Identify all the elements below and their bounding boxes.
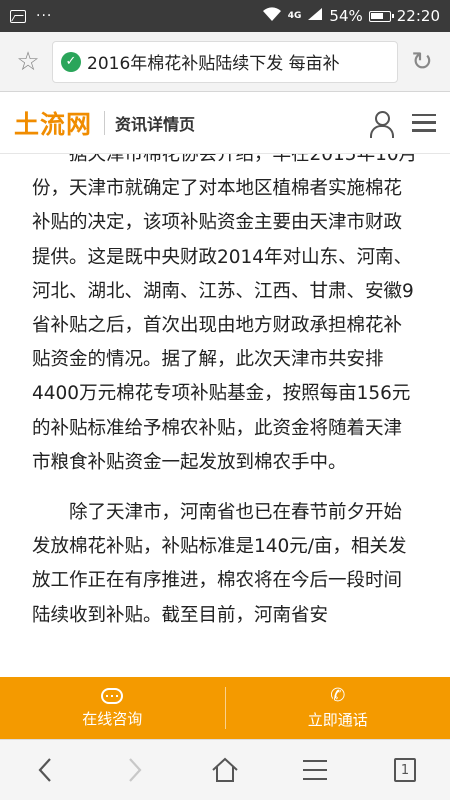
site-header: 土流网 资讯详情页 bbox=[0, 92, 450, 154]
more-notifications-icon: ··· bbox=[36, 8, 53, 24]
browser-bottom-nav: 1 bbox=[0, 739, 450, 800]
network-type-label: 4G bbox=[287, 11, 302, 21]
page-title: 资讯详情页 bbox=[115, 114, 196, 134]
battery-icon bbox=[368, 10, 394, 22]
battery-percent: 54% bbox=[329, 7, 363, 25]
online-consult-label: 在线咨询 bbox=[82, 709, 143, 728]
wifi-icon bbox=[262, 6, 282, 26]
call-now-label: 立即通话 bbox=[307, 710, 368, 729]
url-title-text: 2016年棉花补贴陆续下发 每亩补 bbox=[87, 54, 340, 74]
home-button[interactable] bbox=[203, 748, 247, 792]
article-paragraph: 除了天津市，河南省也已在春节前夕开始发放棉花补贴，补贴标准是140元/亩，相关发… bbox=[32, 502, 407, 626]
back-chevron-icon bbox=[38, 758, 51, 782]
online-consult-button[interactable]: 在线咨询 bbox=[0, 677, 225, 739]
url-field[interactable]: ✓ 2016年棉花补贴陆续下发 每亩补 bbox=[52, 40, 398, 83]
hamburger-icon bbox=[303, 760, 327, 780]
clock: 22:20 bbox=[396, 7, 440, 25]
user-icon[interactable] bbox=[368, 110, 394, 138]
forward-button[interactable] bbox=[113, 748, 157, 792]
back-button[interactable] bbox=[23, 748, 67, 792]
tabs-button[interactable]: 1 bbox=[383, 748, 427, 792]
chat-bubble-icon bbox=[101, 687, 124, 704]
call-now-button[interactable]: ✆ 立即通话 bbox=[226, 677, 450, 739]
secure-shield-icon: ✓ bbox=[61, 51, 81, 72]
tab-count: 1 bbox=[394, 758, 416, 782]
status-bar: ··· 4G 54% 22:20 bbox=[0, 0, 450, 32]
forward-chevron-icon bbox=[129, 758, 142, 782]
article-paragraph: 据天津市棉花协会介绍，早在2015年10月份，天津市就确定了对本地区植棉者实施棉… bbox=[32, 154, 418, 473]
image-notification-icon bbox=[10, 9, 26, 23]
home-icon bbox=[212, 757, 238, 782]
refresh-icon[interactable]: ↻ bbox=[404, 44, 440, 80]
site-logo[interactable]: 土流网 bbox=[14, 105, 92, 141]
contact-action-bar: 在线咨询 ✆ 立即通话 bbox=[0, 677, 450, 739]
article-body: 据天津市棉花协会介绍，早在2015年10月份，天津市就确定了对本地区植棉者实施棉… bbox=[0, 154, 450, 677]
browser-address-bar: ☆ ✓ 2016年棉花补贴陆续下发 每亩补 ↻ bbox=[0, 32, 450, 92]
menu-icon[interactable] bbox=[412, 113, 436, 132]
browser-menu-button[interactable] bbox=[293, 748, 337, 792]
signal-icon bbox=[307, 7, 323, 25]
bookmark-star-icon[interactable]: ☆ bbox=[10, 44, 46, 80]
header-divider bbox=[104, 110, 106, 135]
phone-icon: ✆ bbox=[330, 684, 346, 706]
